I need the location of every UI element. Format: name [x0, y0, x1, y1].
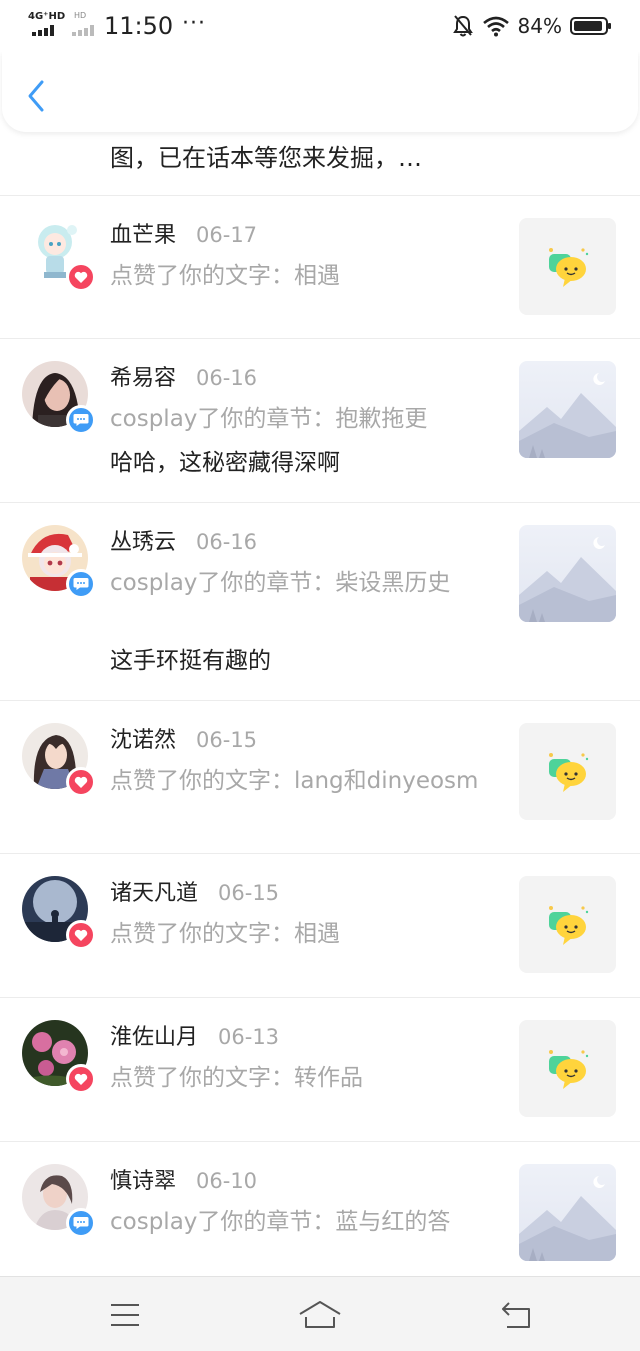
recent-apps-button[interactable] [105, 1297, 145, 1333]
content-thumbnail[interactable] [519, 361, 616, 458]
back-navigation-button[interactable] [496, 1297, 536, 1333]
notification-item[interactable]: 沈诺然 06-15 点赞了你的文字：lang和dinyeosm [0, 701, 640, 854]
reply-text: 哈哈，这秘密藏得深啊 [110, 450, 340, 476]
user-name-text[interactable]: 希易容 [110, 366, 176, 391]
chat-bubble-icon [73, 414, 89, 426]
like-badge [66, 262, 96, 292]
notification-item[interactable]: 希易容 06-16 cosplay了你的章节：抱歉拖更 哈哈，这秘密藏得深啊 [0, 339, 640, 503]
heart-icon [74, 1073, 88, 1085]
user-name-text[interactable]: 慎诗翠 [110, 1169, 176, 1194]
comment-badge [66, 1208, 96, 1238]
user-name-text[interactable]: 淮佐山月 [110, 1025, 198, 1050]
mountain-placeholder-image [519, 537, 616, 622]
reply-text: 图，已在话本等您来发掘，… [110, 144, 422, 172]
user-name[interactable]: 诸天凡道 06-15 [110, 878, 279, 909]
user-name[interactable]: 淮佐山月 06-13 [110, 1022, 279, 1053]
content-thumbnail[interactable] [519, 525, 616, 622]
action-text: 点赞了你的文字：相遇 [110, 263, 340, 289]
action-text: 点赞了你的文字：lang和dinyeosm [110, 768, 479, 794]
home-button[interactable] [298, 1297, 342, 1333]
notification-item[interactable]: 丛琇云 06-16 cosplay了你的章节：柴设黑历史 这手环挺有趣的 [0, 503, 640, 701]
status-bar: 4G⁺HD HD 11:50 ··· 84% [0, 0, 640, 52]
notification-item[interactable]: 血芒果 06-17 点赞了你的文字：相遇 [0, 196, 640, 339]
date-label: 06-17 [196, 223, 258, 247]
mountain-placeholder-image [519, 1176, 616, 1261]
signal-bars-icon [72, 25, 94, 36]
network-type-label: 4G⁺HD [28, 11, 66, 22]
action-text: cosplay了你的章节：蓝与红的答 [110, 1209, 451, 1235]
chat-bubble-icon [73, 1217, 89, 1229]
date-label: 06-13 [218, 1025, 280, 1049]
date-label: 06-10 [196, 1169, 258, 1193]
like-badge [66, 920, 96, 950]
battery-icon [570, 17, 611, 35]
comment-badge [66, 569, 96, 599]
heart-icon [74, 929, 88, 941]
content-thumbnail[interactable] [519, 218, 616, 315]
date-label: 06-16 [196, 530, 258, 554]
signal-bars-icon [32, 25, 54, 36]
date-label: 06-16 [196, 366, 258, 390]
user-name[interactable]: 希易容 06-16 [110, 363, 257, 394]
battery-percentage: 84% [517, 14, 562, 38]
user-name[interactable]: 丛琇云 06-16 [110, 527, 257, 558]
network-type-label-2: HD [74, 11, 87, 20]
date-label: 06-15 [218, 881, 280, 905]
return-icon [502, 1302, 530, 1328]
date-label: 06-15 [196, 728, 258, 752]
menu-icon [111, 1304, 139, 1326]
back-button[interactable] [22, 78, 52, 114]
chat-bubble-icon [73, 578, 89, 590]
clock: 11:50 [104, 12, 174, 40]
action-text: 点赞了你的文字：相遇 [110, 921, 340, 947]
top-header [2, 52, 638, 132]
reply-text: 这手环挺有趣的 [110, 648, 271, 674]
content-thumbnail[interactable] [519, 723, 616, 820]
notification-item[interactable]: 淮佐山月 06-13 点赞了你的文字：转作品 [0, 998, 640, 1142]
notification-item[interactable]: 慎诗翠 06-10 cosplay了你的章节：蓝与红的答 [0, 1142, 640, 1276]
user-name-text[interactable]: 沈诺然 [110, 728, 176, 753]
heart-icon [74, 776, 88, 788]
comment-badge [66, 405, 96, 435]
content-thumbnail[interactable] [519, 1020, 616, 1117]
chat-bubble-thumbnail-icon [548, 905, 588, 945]
cellular-signal-1: 4G⁺HD [28, 11, 66, 36]
chat-bubble-thumbnail-icon [548, 247, 588, 287]
notification-item[interactable]: 诸天凡道 06-15 点赞了你的文字：相遇 [0, 854, 640, 998]
action-text: 点赞了你的文字：转作品 [110, 1065, 363, 1091]
like-badge [66, 767, 96, 797]
user-name[interactable]: 沈诺然 06-15 [110, 725, 257, 756]
chat-bubble-thumbnail-icon [548, 752, 588, 792]
cellular-signal-2: HD [70, 12, 100, 36]
content-thumbnail[interactable] [519, 876, 616, 973]
like-badge [66, 1064, 96, 1094]
mountain-placeholder-image [519, 373, 616, 458]
action-text: cosplay了你的章节：抱歉拖更 [110, 406, 428, 432]
chat-bubble-thumbnail-icon [548, 1049, 588, 1089]
user-name[interactable]: 血芒果 06-17 [110, 220, 257, 251]
content-thumbnail[interactable] [519, 1164, 616, 1261]
system-navigation-bar [0, 1276, 640, 1351]
notification-list[interactable]: 图，已在话本等您来发掘，… 血芒果 06-17 点赞了你的文字：相遇 希易容 0… [0, 0, 640, 1276]
status-icons: 84% [452, 12, 612, 40]
user-name-text[interactable]: 诸天凡道 [110, 881, 198, 906]
bell-muted-icon [452, 15, 473, 37]
more-notifications-icon: ··· [182, 11, 206, 36]
action-text: cosplay了你的章节：柴设黑历史 [110, 570, 451, 596]
user-name[interactable]: 慎诗翠 06-10 [110, 1166, 257, 1197]
wifi-icon [482, 16, 509, 37]
user-name-text[interactable]: 丛琇云 [110, 530, 176, 555]
user-name-text[interactable]: 血芒果 [110, 223, 176, 248]
home-icon [299, 1301, 341, 1328]
chevron-left-icon [28, 80, 44, 112]
heart-icon [74, 271, 88, 283]
